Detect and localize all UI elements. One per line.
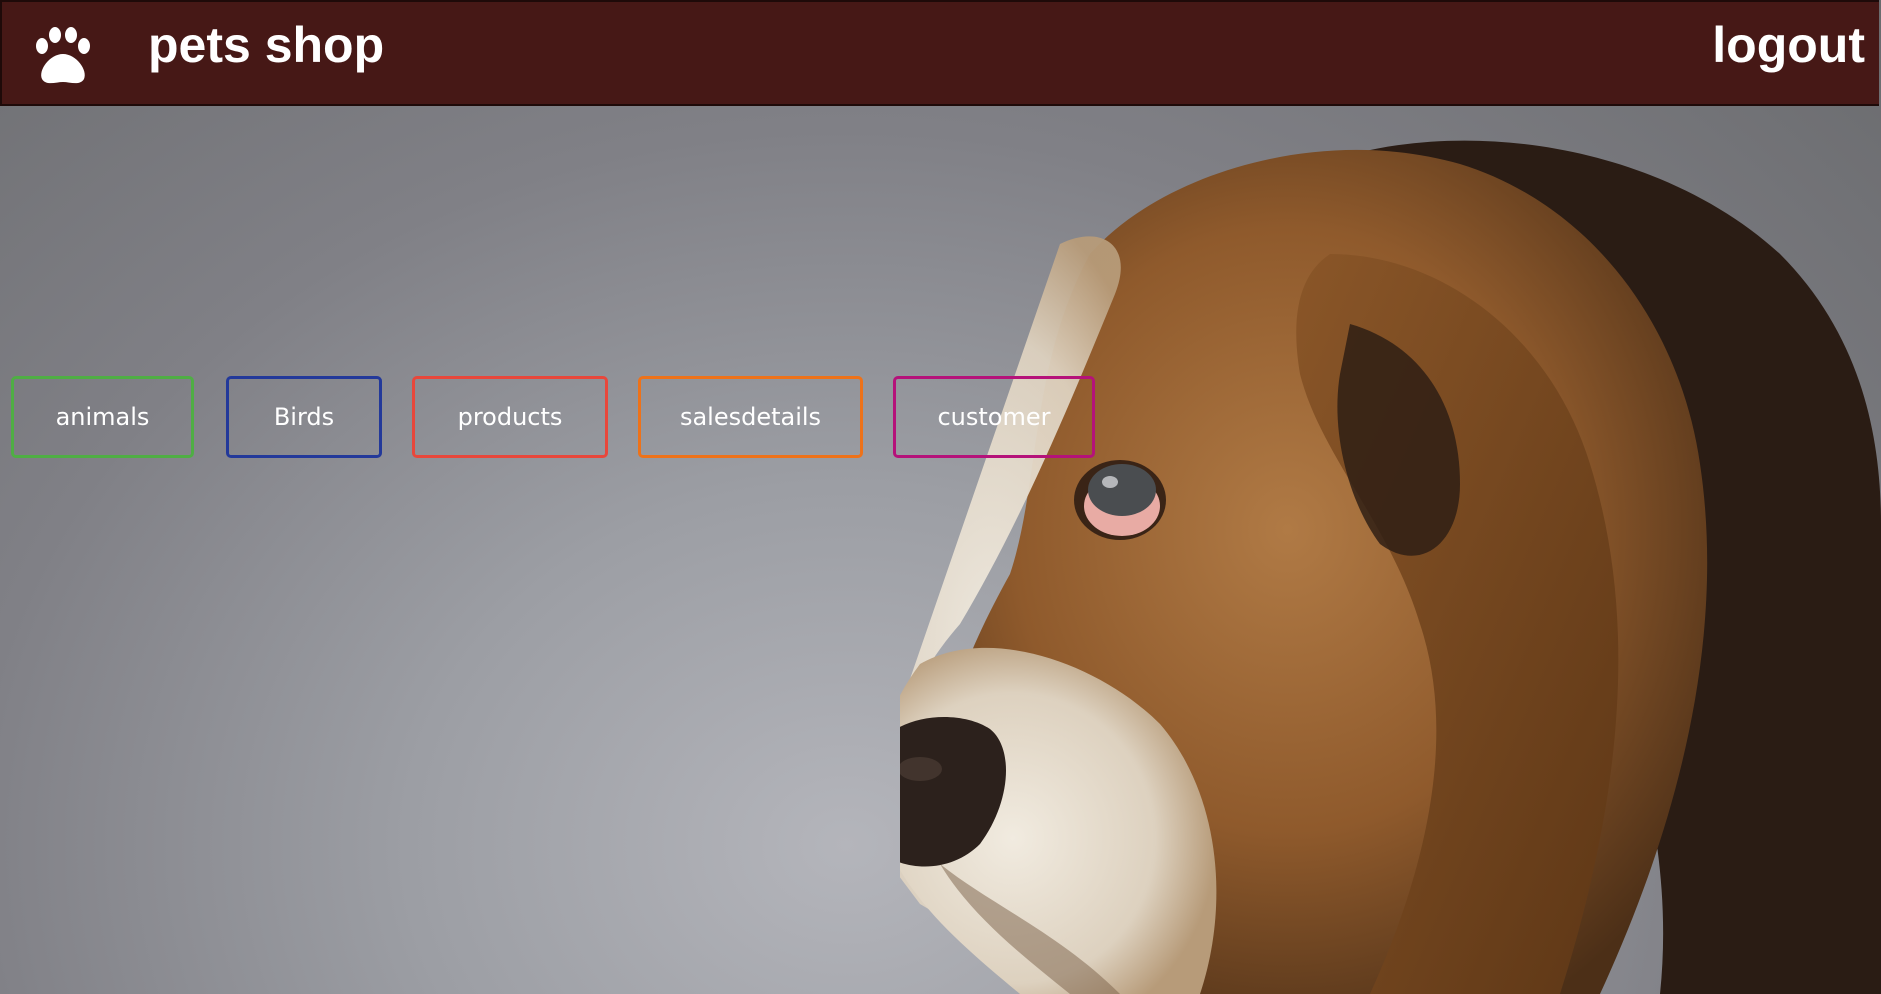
customer-button[interactable]: customer	[893, 376, 1095, 458]
app-title: pets shop	[148, 17, 385, 73]
salesdetails-button[interactable]: salesdetails	[638, 376, 863, 458]
products-button[interactable]: products	[412, 376, 608, 458]
logout-link[interactable]: logout	[1712, 18, 1865, 73]
top-bar: pets shop logout	[0, 0, 1879, 106]
birds-button[interactable]: Birds	[226, 376, 382, 458]
animals-button[interactable]: animals	[11, 376, 194, 458]
paw-icon	[36, 27, 90, 84]
basset-hound-image	[900, 140, 1881, 994]
